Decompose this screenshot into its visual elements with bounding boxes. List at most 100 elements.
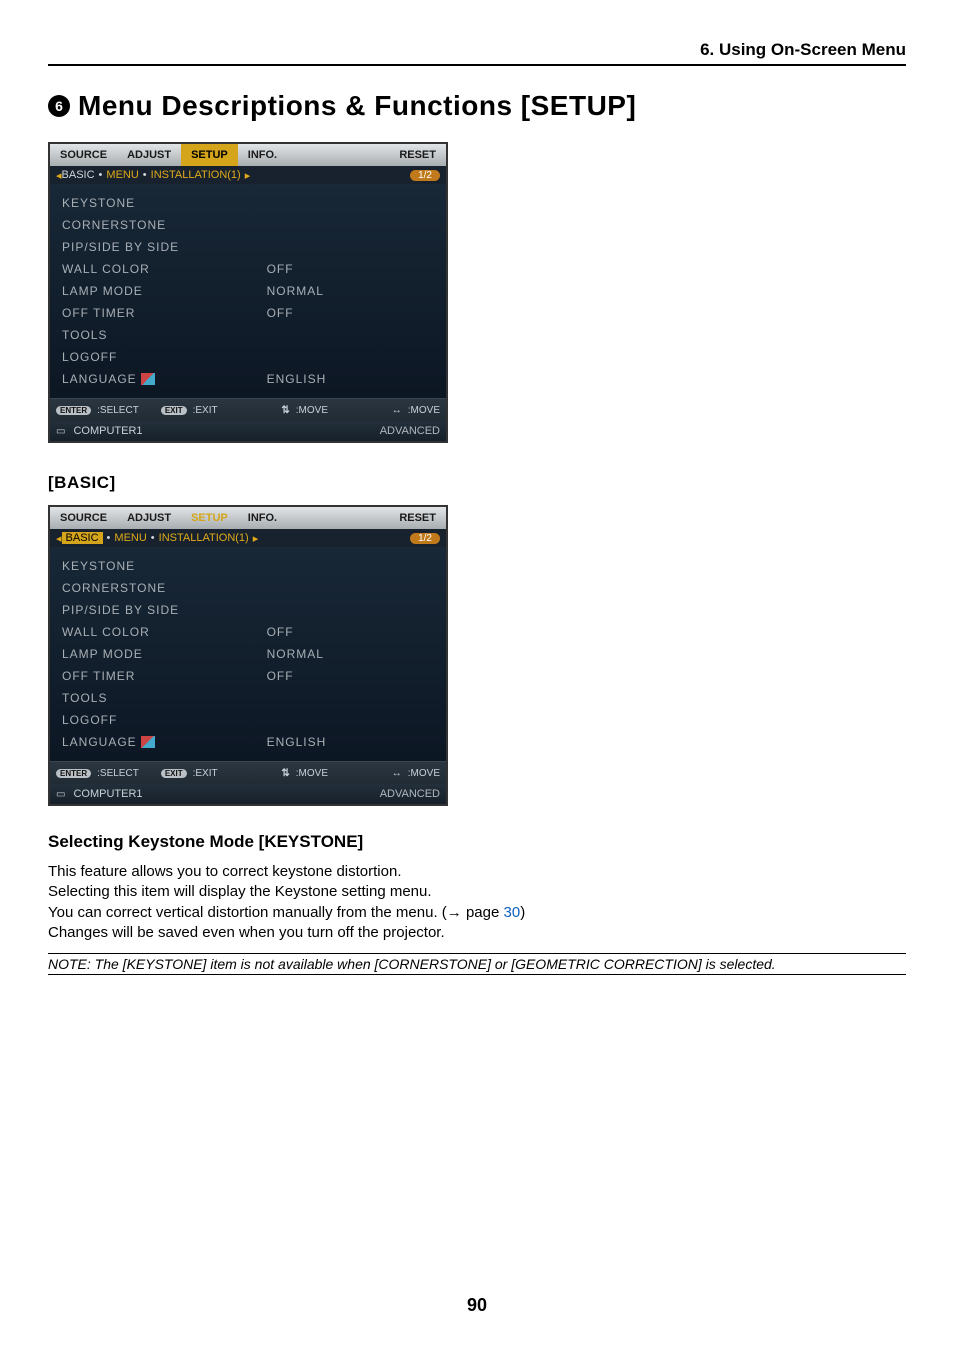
osd-value <box>267 194 327 212</box>
chapter-header: 6. Using On-Screen Menu <box>48 40 906 66</box>
osd-tab-bar: SOURCE ADJUST SETUP INFO. RESET <box>50 507 446 529</box>
hint-exit: :EXIT <box>193 768 218 779</box>
osd-tab-adjust[interactable]: ADJUST <box>117 507 181 529</box>
osd-tab-reset[interactable]: RESET <box>389 144 446 166</box>
osd-item-logoff[interactable]: LOGOFF <box>62 711 267 729</box>
osd-item-tools[interactable]: TOOLS <box>62 689 267 707</box>
exit-pill-icon: EXIT <box>161 769 187 778</box>
osd-body: KEYSTONE CORNERSTONE PIP/SIDE BY SIDE WA… <box>50 184 446 398</box>
section-number-bullet: 6 <box>48 95 70 117</box>
osd-item-wall-color[interactable]: WALL COLOR <box>62 260 267 278</box>
osd-value: ENGLISH <box>267 733 327 751</box>
osd-value <box>267 326 327 344</box>
source-icon: ▭ <box>56 426 65 437</box>
updown-icon: ⇅ <box>281 405 289 416</box>
osd-item-off-timer[interactable]: OFF TIMER <box>62 304 267 322</box>
hint-exit: :EXIT <box>193 405 218 416</box>
osd-value <box>267 711 327 729</box>
language-icon <box>141 373 155 385</box>
osd-value: ENGLISH <box>267 370 327 388</box>
enter-pill-icon: ENTER <box>56 769 91 778</box>
osd-subtab-installation[interactable]: INSTALLATION(1) <box>151 169 241 181</box>
osd-value <box>267 689 327 707</box>
osd-subtab-installation[interactable]: INSTALLATION(1) <box>159 532 249 544</box>
osd-subtab-basic[interactable]: BASIC <box>62 169 95 181</box>
osd-subnav: ◂ BASIC • MENU • INSTALLATION(1) ▸ 1/2 <box>50 166 446 184</box>
osd-item-wall-color[interactable]: WALL COLOR <box>62 623 267 641</box>
dot-icon: • <box>147 532 159 544</box>
page-link-30[interactable]: 30 <box>504 904 521 921</box>
osd-value: OFF <box>267 623 327 641</box>
osd-tab-setup[interactable]: SETUP <box>181 144 238 166</box>
body-text: Changes will be saved even when you turn… <box>48 923 906 943</box>
hint-move-h: :MOVE <box>408 405 440 416</box>
osd-tab-info[interactable]: INFO. <box>238 507 287 529</box>
osd-value: OFF <box>267 667 327 685</box>
basic-heading: [BASIC] <box>48 473 906 493</box>
osd-tab-bar: SOURCE ADJUST SETUP INFO. RESET <box>50 144 446 166</box>
osd-item-cornerstone[interactable]: CORNERSTONE <box>62 579 267 597</box>
osd-tab-adjust[interactable]: ADJUST <box>117 144 181 166</box>
osd-footer-source: COMPUTER1 <box>73 425 142 437</box>
osd-item-tools[interactable]: TOOLS <box>62 326 267 344</box>
osd-item-keystone[interactable]: KEYSTONE <box>62 557 267 575</box>
dot-icon: • <box>139 169 151 181</box>
osd-setup-menu: SOURCE ADJUST SETUP INFO. RESET ◂ BASIC … <box>48 142 448 443</box>
chevron-right-icon[interactable]: ▸ <box>245 169 251 182</box>
leftright-icon: ↔ <box>392 405 402 416</box>
osd-page-indicator: 1/2 <box>410 170 440 181</box>
osd-item-pip[interactable]: PIP/SIDE BY SIDE <box>62 238 267 256</box>
osd-tab-setup[interactable]: SETUP <box>181 507 238 529</box>
keystone-subheading: Selecting Keystone Mode [KEYSTONE] <box>48 832 906 852</box>
osd-value: OFF <box>267 304 327 322</box>
osd-footer-mode: ADVANCED <box>380 425 440 437</box>
osd-item-logoff[interactable]: LOGOFF <box>62 348 267 366</box>
osd-footer-mode: ADVANCED <box>380 788 440 800</box>
osd-value <box>267 216 327 234</box>
updown-icon: ⇅ <box>281 768 289 779</box>
dot-icon: • <box>95 169 107 181</box>
osd-item-off-timer[interactable]: OFF TIMER <box>62 667 267 685</box>
osd-hints: ENTER :SELECT EXIT :EXIT ⇅ :MOVE ↔ :MOVE <box>50 762 446 784</box>
osd-body: KEYSTONE CORNERSTONE PIP/SIDE BY SIDE WA… <box>50 547 446 761</box>
osd-footer: ▭ COMPUTER1 ADVANCED <box>50 421 446 441</box>
osd-value <box>267 579 327 597</box>
osd-hints: ENTER :SELECT EXIT :EXIT ⇅ :MOVE ↔ :MOVE <box>50 399 446 421</box>
osd-value <box>267 348 327 366</box>
body-text: Selecting this item will display the Key… <box>48 882 906 902</box>
note-box: NOTE: The [KEYSTONE] item is not availab… <box>48 953 906 975</box>
osd-basic-menu: SOURCE ADJUST SETUP INFO. RESET ◂ BASIC … <box>48 505 448 806</box>
osd-footer: ▭ COMPUTER1 ADVANCED <box>50 784 446 804</box>
exit-pill-icon: EXIT <box>161 406 187 415</box>
osd-tab-source[interactable]: SOURCE <box>50 144 117 166</box>
osd-item-pip[interactable]: PIP/SIDE BY SIDE <box>62 601 267 619</box>
osd-item-lamp-mode[interactable]: LAMP MODE <box>62 282 267 300</box>
osd-footer-source: COMPUTER1 <box>73 788 142 800</box>
enter-pill-icon: ENTER <box>56 406 91 415</box>
osd-value <box>267 238 327 256</box>
osd-tab-reset[interactable]: RESET <box>389 507 446 529</box>
source-icon: ▭ <box>56 789 65 800</box>
osd-item-lamp-mode[interactable]: LAMP MODE <box>62 645 267 663</box>
osd-item-language[interactable]: LANGUAGE <box>62 370 267 388</box>
osd-tab-info[interactable]: INFO. <box>238 144 287 166</box>
osd-item-cornerstone[interactable]: CORNERSTONE <box>62 216 267 234</box>
osd-value: OFF <box>267 260 327 278</box>
language-icon <box>141 736 155 748</box>
page-number: 90 <box>48 1295 906 1316</box>
osd-value <box>267 557 327 575</box>
osd-subtab-menu[interactable]: MENU <box>114 532 146 544</box>
body-text: This feature allows you to correct keyst… <box>48 862 906 882</box>
osd-tab-source[interactable]: SOURCE <box>50 507 117 529</box>
osd-item-keystone[interactable]: KEYSTONE <box>62 194 267 212</box>
osd-value: NORMAL <box>267 282 327 300</box>
osd-subtab-menu[interactable]: MENU <box>106 169 138 181</box>
osd-value <box>267 601 327 619</box>
osd-subnav: ◂ BASIC • MENU • INSTALLATION(1) ▸ 1/2 <box>50 529 446 547</box>
osd-item-language[interactable]: LANGUAGE <box>62 733 267 751</box>
osd-page-indicator: 1/2 <box>410 533 440 544</box>
osd-value: NORMAL <box>267 645 327 663</box>
osd-subtab-basic[interactable]: BASIC <box>62 532 103 544</box>
section-title: Menu Descriptions & Functions [SETUP] <box>78 90 636 122</box>
chevron-right-icon[interactable]: ▸ <box>253 532 259 545</box>
